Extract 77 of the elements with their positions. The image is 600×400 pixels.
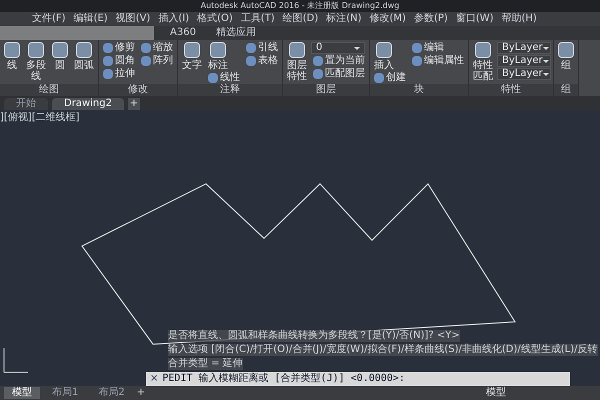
dropdown-field[interactable]: ByLayer <box>497 55 551 67</box>
ribbon-tool-button[interactable]: 特性匹配 <box>471 42 495 82</box>
ribbon-tool-button[interactable]: 多段线 <box>24 42 48 82</box>
tool-icon <box>28 42 44 58</box>
dropdown-field[interactable]: ByLayer <box>497 42 551 54</box>
ribbon-tool-button[interactable]: 引线 <box>244 42 280 54</box>
panel-title[interactable]: 图层 <box>283 84 369 96</box>
viewport-label[interactable]: ][俯视][二维线框] <box>0 110 80 125</box>
panel-title[interactable]: 注释 <box>178 84 282 96</box>
tool-icon <box>376 42 392 58</box>
caret-icon <box>354 46 360 50</box>
ribbon-tool-button[interactable]: 图层特性 <box>285 42 309 82</box>
close-icon[interactable]: × <box>150 374 158 384</box>
tool-icon <box>210 42 226 58</box>
ribbon-tool-button[interactable]: 缩放 <box>139 42 175 54</box>
ribbon-tool-button[interactable]: 线 <box>2 42 22 71</box>
caret-icon <box>542 46 549 50</box>
ribbon-tool-button[interactable]: 线性 <box>206 72 242 84</box>
command-prompt: PEDIT 输入模糊距离或 [合并类型(J)] <0.0000>: <box>162 374 405 384</box>
tool-icon <box>76 42 92 58</box>
ribbon-tool-button[interactable]: 阵列 <box>139 55 175 67</box>
ribbon-tool-button[interactable]: 表格 <box>244 55 280 67</box>
tool-icon <box>184 42 200 58</box>
menu-item[interactable]: 文件(F) <box>32 14 66 24</box>
menu-item[interactable]: 工具(T) <box>240 14 275 24</box>
menu-item[interactable]: 插入(I) <box>158 14 190 24</box>
caret-icon <box>542 60 549 62</box>
layout-tab[interactable]: 模型 <box>4 387 40 399</box>
add-layout-button[interactable]: + <box>136 388 146 398</box>
tool-icon <box>289 42 305 58</box>
panel-title[interactable]: 组 <box>554 84 578 96</box>
document-tab[interactable]: Drawing2 <box>52 98 124 110</box>
ucs-axis-icon <box>4 348 28 373</box>
ribbon-tool-button[interactable]: 组 <box>556 42 576 71</box>
ribbon-tool-button[interactable]: 拉伸 <box>101 68 137 80</box>
ribbon-tool-button[interactable]: 圆弧 <box>72 42 96 71</box>
menu-item[interactable]: 修改(M) <box>370 14 406 24</box>
ribbon-tool-button[interactable]: 插入 <box>372 42 396 71</box>
menu-item[interactable]: 编辑(E) <box>74 14 108 24</box>
panel-title[interactable]: 修改 <box>99 84 177 96</box>
tool-icon <box>558 42 574 58</box>
ribbon-tool-button[interactable]: 编辑 <box>410 42 466 54</box>
ribbon-tool-button[interactable]: 编辑属性 <box>410 55 466 67</box>
tool-icon <box>208 73 218 83</box>
ribbon-tool-button[interactable]: 创建 <box>372 72 408 84</box>
layout-tab[interactable]: 布局1 <box>44 387 86 399</box>
dropdown-field[interactable]: 0 <box>311 42 365 54</box>
ribbon-tool-button[interactable]: 圆角 <box>101 55 137 67</box>
ribbon-tool-button[interactable]: 圆 <box>50 42 70 71</box>
menu-item[interactable]: 帮助(H) <box>502 14 537 24</box>
tool-icon <box>374 73 384 83</box>
tool-icon <box>475 42 491 58</box>
ribbon-tool-button[interactable]: 修剪 <box>101 42 137 54</box>
ribbon-tool-button[interactable]: 置为当前 <box>311 55 367 67</box>
add-tab-button[interactable]: + <box>128 98 140 110</box>
document-tab[interactable]: 开始 <box>4 98 48 110</box>
menu-item[interactable]: 视图(V) <box>116 14 150 24</box>
panel-title[interactable]: 块 <box>370 84 468 96</box>
menu-item[interactable]: 参数(P) <box>414 14 448 24</box>
menu-item[interactable]: 标注(N) <box>326 14 362 24</box>
window-title: Autodesk AutoCAD 2016 - 未注册版 Drawing2.dwg <box>200 2 400 10</box>
tool-icon <box>52 42 68 58</box>
tool-icon <box>4 42 20 58</box>
layout-tab[interactable]: 布局2 <box>90 387 133 399</box>
ribbon-tool-button[interactable]: 匹配图层 <box>311 68 367 80</box>
caret-icon <box>542 72 549 76</box>
panel-title[interactable]: 特性 <box>469 84 553 96</box>
menu-item[interactable]: 绘图(D) <box>282 14 318 24</box>
ribbon-tool-button[interactable]: 标注 <box>206 42 230 71</box>
ribbon-tab[interactable]: 精选应用 <box>212 28 260 38</box>
menu-item[interactable]: 格式(O) <box>197 14 233 24</box>
panel-title[interactable]: 绘图 <box>0 84 98 96</box>
ribbon-tab[interactable]: A360 <box>166 28 200 38</box>
menu-item[interactable]: 窗口(W) <box>456 14 494 24</box>
ribbon-tool-button[interactable]: 文字 <box>180 42 204 71</box>
model-space-indicator[interactable]: 模型 <box>486 388 596 398</box>
dropdown-field[interactable]: ByLayer <box>497 68 551 80</box>
